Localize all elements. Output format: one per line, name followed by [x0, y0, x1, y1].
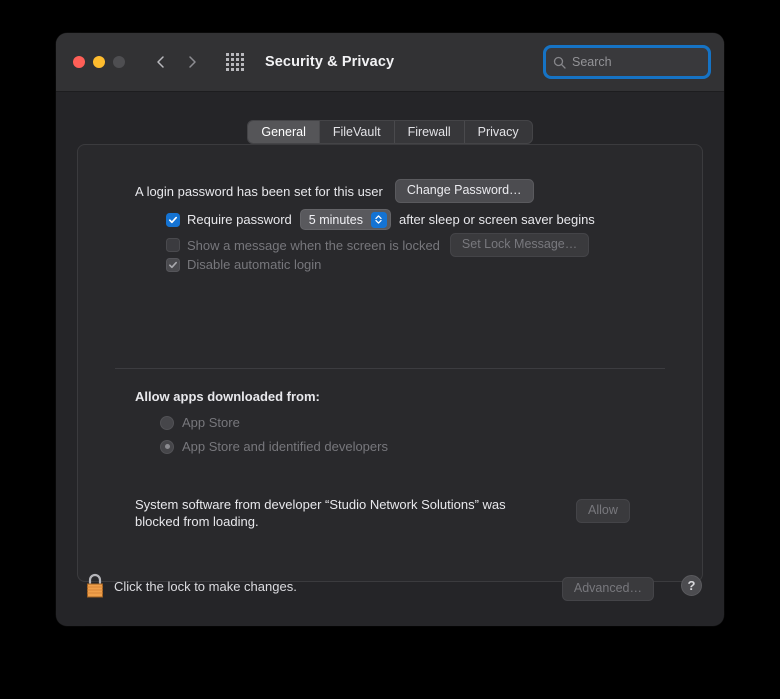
- require-password-trailing-label: after sleep or screen saver begins: [398, 212, 595, 227]
- security-privacy-window: Security & Privacy General: [56, 33, 724, 626]
- chevron-up-down-icon: [370, 211, 387, 228]
- grid-icon[interactable]: [226, 53, 244, 71]
- require-password-label: Require password: [187, 212, 292, 227]
- desktop-background: Security & Privacy General: [0, 0, 780, 699]
- window-footer: Click the lock to make changes. Advanced…: [56, 557, 724, 626]
- minimize-button[interactable]: [93, 56, 105, 68]
- tab-privacy[interactable]: Privacy: [465, 121, 532, 143]
- require-password-checkbox[interactable]: [166, 212, 180, 227]
- lock-closed-icon[interactable]: [82, 571, 108, 601]
- disable-auto-login-row: Disable automatic login: [166, 257, 321, 272]
- require-password-delay-popup[interactable]: 5 minutes: [299, 209, 391, 230]
- tab-general[interactable]: General: [248, 121, 320, 143]
- allow-button: Allow: [576, 499, 630, 523]
- traffic-light-group: [73, 56, 125, 68]
- close-button[interactable]: [73, 56, 85, 68]
- window-body: General FileVault Firewall Privacy A log…: [56, 92, 724, 626]
- disable-auto-login-label: Disable automatic login: [187, 257, 322, 272]
- radio-app-store-label: App Store: [182, 415, 240, 430]
- radio-app-store: App Store: [160, 415, 240, 430]
- disable-auto-login-checkbox: [166, 257, 180, 272]
- radio-identified-developers: App Store and identified developers: [160, 439, 388, 454]
- show-lock-message-label: Show a message when the screen is locked: [187, 237, 440, 253]
- window-titlebar: Security & Privacy: [56, 33, 724, 92]
- search-focus-ring: [543, 45, 711, 79]
- chevron-right-icon[interactable]: [185, 55, 199, 69]
- help-button[interactable]: ?: [681, 575, 702, 596]
- page-title: Security & Privacy: [265, 54, 395, 70]
- login-password-row: A login password has been set for this u…: [135, 179, 534, 203]
- show-lock-message-checkbox: [166, 238, 180, 252]
- tab-filevault[interactable]: FileVault: [320, 121, 395, 143]
- lock-message: Click the lock to make changes.: [114, 579, 297, 594]
- zoom-button: [113, 56, 125, 68]
- password-status-label: A login password has been set for this u…: [135, 183, 383, 199]
- search-icon: [553, 56, 566, 69]
- set-lock-message-button: Set Lock Message…: [449, 233, 590, 257]
- radio-identified-developers-label: App Store and identified developers: [182, 439, 388, 454]
- delay-value: 5 minutes: [308, 212, 363, 227]
- search-input[interactable]: [572, 55, 692, 69]
- radio-selected-dot: [164, 444, 170, 449]
- tab-bar: General FileVault Firewall Privacy: [56, 120, 724, 144]
- section-divider: [115, 368, 665, 369]
- tab-firewall[interactable]: Firewall: [395, 121, 465, 143]
- require-password-row: Require password 5 minutes after sleep o…: [166, 209, 595, 230]
- chevron-left-icon[interactable]: [154, 55, 168, 69]
- change-password-button[interactable]: Change Password…: [394, 179, 534, 203]
- general-pane: A login password has been set for this u…: [77, 144, 703, 582]
- navigation-buttons: [154, 55, 199, 69]
- show-lock-message-row: Show a message when the screen is locked…: [166, 233, 590, 257]
- blocked-software-notice: System software from developer “Studio N…: [135, 497, 506, 529]
- advanced-button: Advanced…: [561, 577, 654, 601]
- radio-app-store-control: [160, 415, 174, 430]
- search-field[interactable]: [546, 48, 708, 76]
- allow-apps-title: Allow apps downloaded from:: [135, 389, 320, 404]
- radio-identified-developers-control: [160, 439, 174, 454]
